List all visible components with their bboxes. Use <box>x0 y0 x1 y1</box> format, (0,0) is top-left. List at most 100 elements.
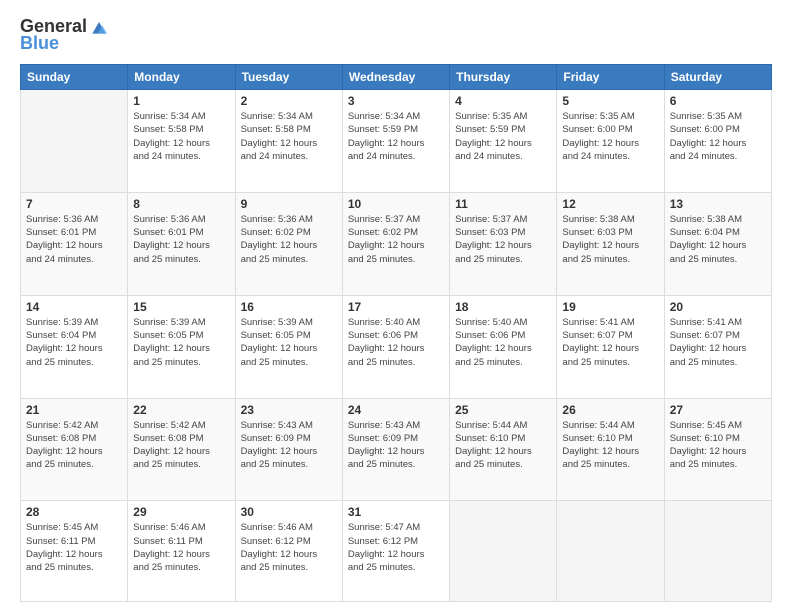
calendar-header-sunday: Sunday <box>21 65 128 90</box>
day-number: 26 <box>562 403 658 417</box>
calendar-cell: 11Sunrise: 5:37 AMSunset: 6:03 PMDayligh… <box>450 192 557 295</box>
calendar-cell: 20Sunrise: 5:41 AMSunset: 6:07 PMDayligh… <box>664 295 771 398</box>
calendar-week-row: 14 Sunrise: 5:39 AMSunset: 6:04 PMDayligh… <box>21 295 772 398</box>
day-info: Sunrise: 5:42 AMSunset: 6:08 PMDaylight:… <box>26 419 122 472</box>
day-info: Sunrise: 5:36 AMSunset: 6:02 PMDaylight:… <box>241 213 337 266</box>
day-number: 12 <box>562 197 658 211</box>
day-number: 18 <box>455 300 551 314</box>
calendar-cell: 25 Sunrise: 5:44 AMSunset: 6:10 PMDayligh… <box>450 398 557 501</box>
day-info: Sunrise: 5:38 AMSunset: 6:03 PMDaylight:… <box>562 213 658 266</box>
day-info: Sunrise: 5:41 AMSunset: 6:07 PMDaylight:… <box>670 316 766 369</box>
calendar-week-row: 21 Sunrise: 5:42 AMSunset: 6:08 PMDayligh… <box>21 398 772 501</box>
calendar-cell: 3 Sunrise: 5:34 AMSunset: 5:59 PMDaylight… <box>342 90 449 193</box>
calendar: SundayMondayTuesdayWednesdayThursdayFrid… <box>20 64 772 602</box>
calendar-cell: 13 Sunrise: 5:38 AMSunset: 6:04 PMDayligh… <box>664 192 771 295</box>
day-info: Sunrise: 5:40 AMSunset: 6:06 PMDaylight:… <box>348 316 444 369</box>
calendar-header-tuesday: Tuesday <box>235 65 342 90</box>
calendar-cell: 17 Sunrise: 5:40 AMSunset: 6:06 PMDayligh… <box>342 295 449 398</box>
calendar-cell: 19Sunrise: 5:41 AMSunset: 6:07 PMDayligh… <box>557 295 664 398</box>
calendar-cell: 14 Sunrise: 5:39 AMSunset: 6:04 PMDayligh… <box>21 295 128 398</box>
calendar-cell: 10 Sunrise: 5:37 AMSunset: 6:02 PMDayligh… <box>342 192 449 295</box>
day-info: Sunrise: 5:38 AMSunset: 6:04 PMDaylight:… <box>670 213 766 266</box>
day-info: Sunrise: 5:46 AMSunset: 6:11 PMDaylight:… <box>133 521 229 574</box>
day-info: Sunrise: 5:43 AMSunset: 6:09 PMDaylight:… <box>241 419 337 472</box>
day-info: Sunrise: 5:37 AMSunset: 6:03 PMDaylight:… <box>455 213 551 266</box>
day-number: 14 <box>26 300 122 314</box>
calendar-header-wednesday: Wednesday <box>342 65 449 90</box>
page: General Blue SundayMondayTuesdayWednesda… <box>0 0 792 612</box>
day-number: 21 <box>26 403 122 417</box>
day-info: Sunrise: 5:39 AMSunset: 6:04 PMDaylight:… <box>26 316 122 369</box>
day-info: Sunrise: 5:35 AMSunset: 6:00 PMDaylight:… <box>562 110 658 163</box>
calendar-cell: 30 Sunrise: 5:46 AMSunset: 6:12 PMDayligh… <box>235 501 342 602</box>
day-number: 9 <box>241 197 337 211</box>
calendar-header-saturday: Saturday <box>664 65 771 90</box>
header: General Blue <box>20 16 772 54</box>
day-number: 10 <box>348 197 444 211</box>
day-number: 22 <box>133 403 229 417</box>
day-info: Sunrise: 5:39 AMSunset: 6:05 PMDaylight:… <box>133 316 229 369</box>
calendar-cell: 24 Sunrise: 5:43 AMSunset: 6:09 PMDayligh… <box>342 398 449 501</box>
day-info: Sunrise: 5:46 AMSunset: 6:12 PMDaylight:… <box>241 521 337 574</box>
day-number: 29 <box>133 505 229 519</box>
day-number: 24 <box>348 403 444 417</box>
calendar-cell: 4 Sunrise: 5:35 AMSunset: 5:59 PMDaylight… <box>450 90 557 193</box>
day-info: Sunrise: 5:43 AMSunset: 6:09 PMDaylight:… <box>348 419 444 472</box>
calendar-cell: 21 Sunrise: 5:42 AMSunset: 6:08 PMDayligh… <box>21 398 128 501</box>
calendar-cell: 1 Sunrise: 5:34 AMSunset: 5:58 PMDaylight… <box>128 90 235 193</box>
calendar-cell: 18Sunrise: 5:40 AMSunset: 6:06 PMDayligh… <box>450 295 557 398</box>
calendar-header-friday: Friday <box>557 65 664 90</box>
day-number: 17 <box>348 300 444 314</box>
day-number: 15 <box>133 300 229 314</box>
calendar-cell: 6 Sunrise: 5:35 AMSunset: 6:00 PMDaylight… <box>664 90 771 193</box>
calendar-cell: 31 Sunrise: 5:47 AMSunset: 6:12 PMDayligh… <box>342 501 449 602</box>
day-info: Sunrise: 5:47 AMSunset: 6:12 PMDaylight:… <box>348 521 444 574</box>
day-number: 31 <box>348 505 444 519</box>
day-info: Sunrise: 5:44 AMSunset: 6:10 PMDaylight:… <box>455 419 551 472</box>
logo: General Blue <box>20 16 109 54</box>
day-info: Sunrise: 5:45 AMSunset: 6:11 PMDaylight:… <box>26 521 122 574</box>
day-number: 25 <box>455 403 551 417</box>
day-number: 28 <box>26 505 122 519</box>
calendar-cell: 29 Sunrise: 5:46 AMSunset: 6:11 PMDayligh… <box>128 501 235 602</box>
calendar-cell <box>21 90 128 193</box>
day-info: Sunrise: 5:36 AMSunset: 6:01 PMDaylight:… <box>26 213 122 266</box>
calendar-header-monday: Monday <box>128 65 235 90</box>
day-number: 7 <box>26 197 122 211</box>
calendar-cell: 15 Sunrise: 5:39 AMSunset: 6:05 PMDayligh… <box>128 295 235 398</box>
day-number: 2 <box>241 94 337 108</box>
day-info: Sunrise: 5:34 AMSunset: 5:58 PMDaylight:… <box>241 110 337 163</box>
day-number: 4 <box>455 94 551 108</box>
calendar-week-row: 28 Sunrise: 5:45 AMSunset: 6:11 PMDayligh… <box>21 501 772 602</box>
calendar-cell: 27 Sunrise: 5:45 AMSunset: 6:10 PMDayligh… <box>664 398 771 501</box>
calendar-week-row: 1 Sunrise: 5:34 AMSunset: 5:58 PMDaylight… <box>21 90 772 193</box>
calendar-cell: 5 Sunrise: 5:35 AMSunset: 6:00 PMDaylight… <box>557 90 664 193</box>
day-number: 8 <box>133 197 229 211</box>
day-number: 13 <box>670 197 766 211</box>
day-number: 3 <box>348 94 444 108</box>
day-info: Sunrise: 5:39 AMSunset: 6:05 PMDaylight:… <box>241 316 337 369</box>
day-number: 6 <box>670 94 766 108</box>
day-info: Sunrise: 5:35 AMSunset: 6:00 PMDaylight:… <box>670 110 766 163</box>
calendar-cell: 8Sunrise: 5:36 AMSunset: 6:01 PMDaylight… <box>128 192 235 295</box>
day-info: Sunrise: 5:34 AMSunset: 5:58 PMDaylight:… <box>133 110 229 163</box>
logo-blue: Blue <box>20 33 59 54</box>
day-info: Sunrise: 5:44 AMSunset: 6:10 PMDaylight:… <box>562 419 658 472</box>
day-number: 5 <box>562 94 658 108</box>
calendar-header-row: SundayMondayTuesdayWednesdayThursdayFrid… <box>21 65 772 90</box>
day-info: Sunrise: 5:35 AMSunset: 5:59 PMDaylight:… <box>455 110 551 163</box>
day-info: Sunrise: 5:34 AMSunset: 5:59 PMDaylight:… <box>348 110 444 163</box>
calendar-cell: 16 Sunrise: 5:39 AMSunset: 6:05 PMDayligh… <box>235 295 342 398</box>
calendar-body: 1 Sunrise: 5:34 AMSunset: 5:58 PMDaylight… <box>21 90 772 602</box>
day-info: Sunrise: 5:37 AMSunset: 6:02 PMDaylight:… <box>348 213 444 266</box>
calendar-cell: 26 Sunrise: 5:44 AMSunset: 6:10 PMDayligh… <box>557 398 664 501</box>
day-info: Sunrise: 5:45 AMSunset: 6:10 PMDaylight:… <box>670 419 766 472</box>
calendar-cell: 23 Sunrise: 5:43 AMSunset: 6:09 PMDayligh… <box>235 398 342 501</box>
day-number: 16 <box>241 300 337 314</box>
day-number: 30 <box>241 505 337 519</box>
calendar-cell: 12 Sunrise: 5:38 AMSunset: 6:03 PMDayligh… <box>557 192 664 295</box>
day-number: 23 <box>241 403 337 417</box>
day-number: 27 <box>670 403 766 417</box>
day-number: 1 <box>133 94 229 108</box>
calendar-cell: 2 Sunrise: 5:34 AMSunset: 5:58 PMDaylight… <box>235 90 342 193</box>
